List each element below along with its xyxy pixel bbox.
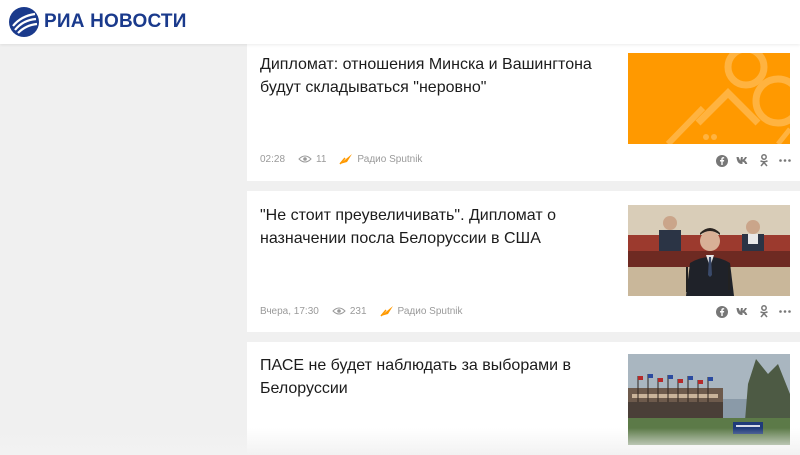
article-meta: 02:28 11 Радио Sputnik	[260, 153, 422, 165]
odnoklassniki-icon[interactable]	[757, 305, 770, 318]
sputnik-icon	[379, 306, 393, 317]
article-thumbnail[interactable]	[628, 205, 790, 296]
article-title[interactable]: "Не стоит преувеличивать". Дипломат о на…	[260, 204, 615, 250]
facebook-icon[interactable]	[715, 154, 728, 167]
facebook-icon[interactable]	[715, 305, 728, 318]
views-count: 231	[349, 305, 367, 317]
logo-text: РИА НОВОСТИ	[44, 11, 187, 32]
article-title[interactable]: ПАСЕ не будет наблюдать за выборами в Бе…	[260, 354, 615, 400]
article-title[interactable]: Дипломат: отношения Минска и Вашингтона …	[260, 53, 615, 99]
news-card[interactable]: "Не стоит преувеличивать". Дипломат о на…	[247, 191, 800, 332]
eye-icon	[332, 307, 346, 315]
orange-placeholder-image	[628, 53, 790, 144]
bottom-fade	[0, 428, 800, 455]
article-views: 11	[298, 154, 326, 165]
site-logo[interactable]: РИА НОВОСТИ	[8, 6, 187, 38]
views-count: 11	[316, 153, 327, 165]
article-time: 02:28	[260, 153, 286, 165]
share-bar	[715, 305, 791, 318]
more-icon[interactable]	[778, 305, 791, 318]
site-header: РИА НОВОСТИ	[0, 0, 800, 44]
sputnik-icon	[339, 154, 353, 165]
more-icon[interactable]	[778, 154, 791, 167]
news-card[interactable]: Дипломат: отношения Минска и Вашингтона …	[247, 44, 800, 181]
odnoklassniki-icon[interactable]	[757, 154, 770, 167]
article-thumbnail[interactable]	[628, 53, 790, 144]
article-source[interactable]: Радио Sputnik	[379, 305, 463, 317]
vk-icon[interactable]	[736, 154, 749, 167]
parliament-speaker-photo	[628, 205, 790, 296]
source-name: Радио Sputnik	[357, 153, 423, 165]
article-source[interactable]: Радио Sputnik	[339, 153, 422, 165]
vk-icon[interactable]	[736, 305, 749, 318]
source-name: Радио Sputnik	[397, 305, 463, 317]
share-bar	[715, 154, 791, 167]
ria-logo-icon	[9, 7, 39, 37]
article-time: Вчера, 17:30	[260, 305, 319, 317]
article-meta: Вчера, 17:30 231 Радио Sputnik	[260, 305, 463, 317]
article-views: 231	[332, 306, 367, 317]
eye-icon	[298, 155, 312, 163]
